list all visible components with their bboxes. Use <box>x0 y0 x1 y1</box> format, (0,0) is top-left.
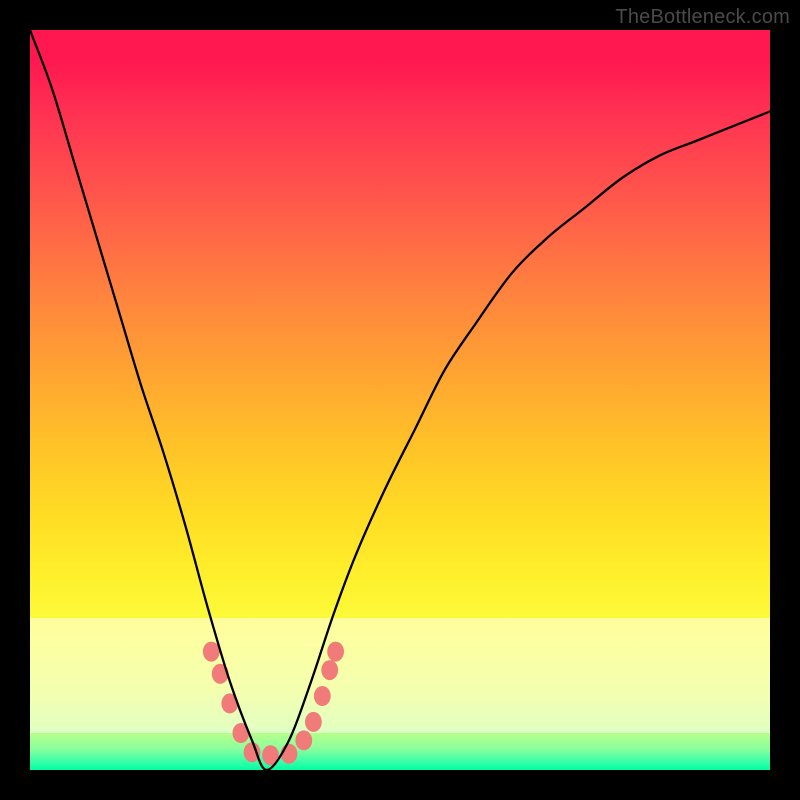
threshold-marker <box>321 660 338 680</box>
threshold-marker <box>327 642 344 662</box>
threshold-marker <box>203 642 220 662</box>
threshold-marker <box>314 686 331 706</box>
plot-area <box>30 30 770 770</box>
curve-layer <box>30 30 770 770</box>
bottleneck-curve <box>30 30 770 770</box>
watermark-text: TheBottleneck.com <box>615 6 790 29</box>
threshold-marker <box>295 730 312 750</box>
threshold-marker <box>305 712 322 732</box>
chart-root: TheBottleneck.com <box>0 0 800 800</box>
